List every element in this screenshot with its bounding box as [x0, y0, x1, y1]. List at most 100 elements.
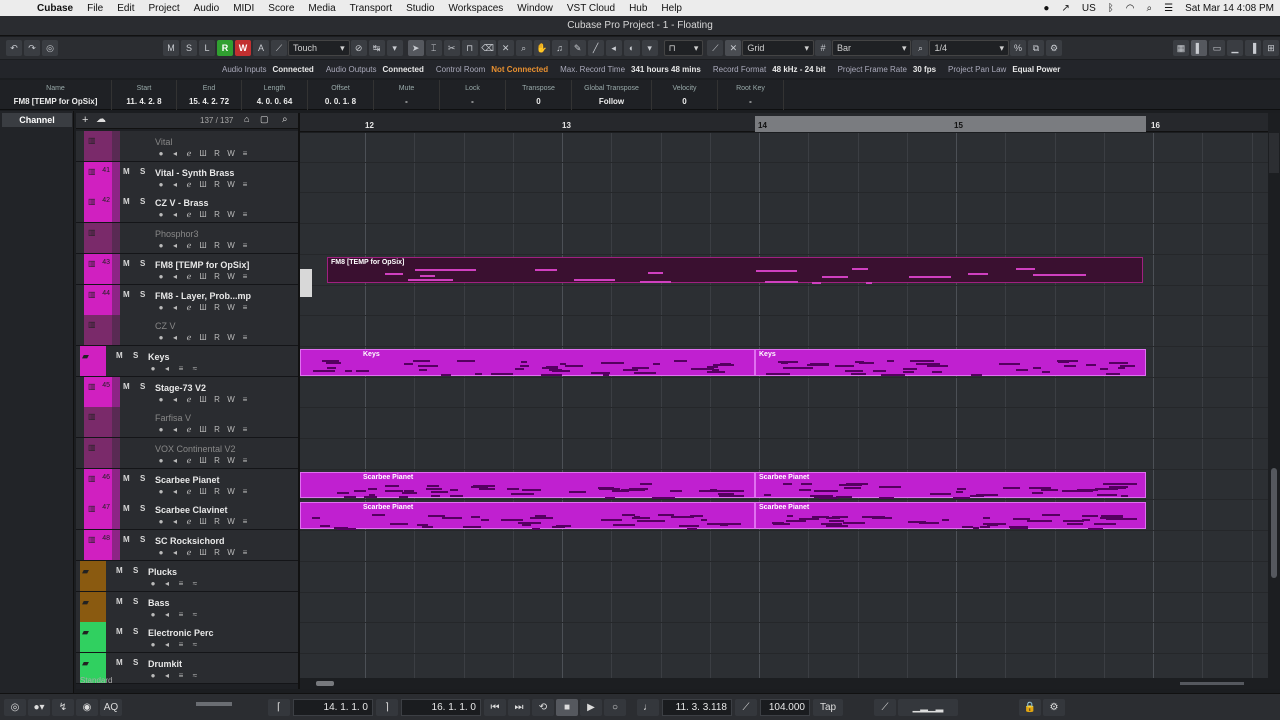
scroll-thumb[interactable] — [1271, 468, 1277, 578]
track-name[interactable]: Keys — [148, 352, 170, 362]
track-name[interactable]: Vital — [155, 137, 172, 147]
record-enable-icon[interactable]: ● — [156, 272, 166, 281]
read-icon[interactable]: R — [212, 487, 222, 496]
mute-button[interactable]: M — [123, 290, 130, 299]
freeze-icon[interactable]: ℯ — [184, 303, 194, 312]
history-icon[interactable]: ◎ — [42, 40, 58, 56]
auto-button[interactable]: A — [253, 40, 269, 56]
monitor-icon[interactable]: ◂ — [170, 303, 180, 312]
track-name[interactable]: CZ V - Brass — [155, 198, 209, 208]
snap-icon[interactable]: ⟋ — [707, 40, 724, 56]
freeze-icon[interactable]: ℯ — [184, 272, 194, 281]
mute-button[interactable]: M — [116, 627, 123, 636]
mute-button[interactable]: M — [123, 259, 130, 268]
solo-button[interactable]: S — [140, 259, 145, 268]
info-global-transpose[interactable]: Global Transpose Follow — [572, 80, 652, 110]
freeze-icon[interactable]: ℯ — [184, 180, 194, 189]
read-icon[interactable]: R — [212, 149, 222, 158]
control-center-icon[interactable]: ☰ — [1158, 3, 1179, 14]
write-icon[interactable]: W — [226, 487, 236, 496]
punch-icon[interactable]: ↯ — [52, 698, 74, 716]
grid-unit-select[interactable]: Bar ▾ — [831, 40, 912, 56]
vertical-scrollbar[interactable] — [1268, 113, 1280, 689]
read-icon[interactable]: R — [212, 425, 222, 434]
menu-midi[interactable]: MIDI — [226, 3, 261, 14]
solo-button[interactable]: S — [133, 627, 138, 636]
info-velocity[interactable]: Velocity 0 — [652, 80, 718, 110]
cycle-icon[interactable]: ⟲ — [532, 698, 554, 716]
record-enable-icon[interactable]: ● — [156, 456, 166, 465]
lower-zone-icon[interactable]: ▁ — [1226, 40, 1243, 56]
quantize-icon[interactable]: ⌕ — [912, 40, 929, 56]
monitor-icon[interactable]: ◂ — [170, 272, 180, 281]
menu-icon[interactable]: ≡ — [176, 640, 186, 649]
midi-part[interactable]: Scarbee Pianet — [300, 471, 755, 500]
record-enable-icon[interactable]: ● — [156, 548, 166, 557]
record-enable-icon[interactable]: ● — [156, 210, 166, 219]
midi-part[interactable]: Keys — [300, 348, 755, 377]
marker-icon[interactable]: ⟋ — [874, 698, 896, 716]
midi-part[interactable]: Scarbee Pianet — [755, 471, 1146, 500]
tab-channel[interactable]: Channel — [2, 113, 72, 127]
monitor-icon[interactable]: ◂ — [170, 425, 180, 434]
click-icon[interactable]: ♩ — [637, 698, 659, 716]
tempo-track-icon[interactable]: ⟋ — [735, 698, 757, 716]
info-start[interactable]: Start 11. 4. 2. 8 — [112, 80, 177, 110]
record-enable-icon[interactable]: ● — [156, 517, 166, 526]
draw-tool-icon[interactable]: ✎ — [569, 40, 586, 56]
monitor-icon[interactable]: ◂ — [170, 548, 180, 557]
track-row[interactable]: ▥ VOX Continental V2 ● ◂ ℯ Ш R W ≡ — [76, 438, 298, 469]
info-name[interactable]: Name FM8 [TEMP for OpSix] — [0, 80, 112, 110]
range-tool-icon[interactable]: ⌶ — [425, 40, 442, 56]
track-name[interactable]: Vital - Synth Brass — [155, 168, 234, 178]
info-length[interactable]: Length 4. 0. 0. 64 — [242, 80, 308, 110]
menu-score[interactable]: Score — [261, 3, 301, 14]
menu-icon[interactable]: ≡ — [240, 487, 250, 496]
go-to-start-icon[interactable]: ⏮ — [484, 698, 506, 716]
language-label[interactable]: US — [1076, 3, 1102, 14]
nudge-select[interactable]: ⊓ ▾ — [663, 40, 704, 56]
info-mute[interactable]: Mute - — [374, 80, 440, 110]
record-enable-icon[interactable]: ● — [156, 425, 166, 434]
track-row[interactable]: ▥ 46 M S Scarbee Pianet ● ◂ ℯ Ш R W ≡ — [76, 468, 298, 500]
record-enable-icon[interactable]: ● — [156, 333, 166, 342]
record-enable-icon[interactable]: ● — [148, 640, 158, 649]
edit-instrument-icon[interactable]: Ш — [198, 210, 208, 219]
menu-icon[interactable]: ≡ — [176, 364, 186, 373]
cycle-range[interactable] — [755, 116, 1146, 132]
record-enable-icon[interactable]: ● — [148, 364, 158, 373]
mute-button[interactable]: M — [123, 167, 130, 176]
freeze-icon[interactable]: ℯ — [184, 487, 194, 496]
read-icon[interactable]: R — [212, 180, 222, 189]
write-icon[interactable]: W — [226, 517, 236, 526]
info-offset[interactable]: Offset 0. 0. 1. 8 — [308, 80, 374, 110]
monitor-icon[interactable]: ◂ — [170, 180, 180, 189]
menu-edit[interactable]: Edit — [110, 3, 141, 14]
quantize-apply-icon[interactable]: % — [1009, 40, 1026, 56]
track-name[interactable]: Scarbee Pianet — [155, 475, 220, 485]
read-icon[interactable]: R — [212, 517, 222, 526]
solo-button[interactable]: S — [133, 658, 138, 667]
editor-zone-icon[interactable]: ▭ — [1208, 40, 1225, 56]
right-zone-icon[interactable]: ▐ — [1244, 40, 1261, 56]
tap-tempo-button[interactable]: Tap — [813, 698, 843, 716]
edit-instrument-icon[interactable]: Ш — [198, 241, 208, 250]
midi-part[interactable]: Scarbee Pianet — [755, 502, 1146, 530]
menu-icon[interactable]: ≡ — [240, 210, 250, 219]
iterative-icon[interactable]: ⧉ — [1027, 40, 1044, 56]
solo-button[interactable]: S — [133, 351, 138, 360]
track-row[interactable]: ▥ 43 M S FM8 [TEMP for OpSix] ● ◂ ℯ Ш R W ≡ — [76, 253, 298, 285]
track-row[interactable]: ▥ CZ V ● ◂ ℯ Ш R W ≡ — [76, 315, 298, 347]
play-tool-icon[interactable]: ♫ — [551, 40, 568, 56]
tracklist-preset[interactable]: Standard — [80, 676, 112, 688]
read-icon[interactable]: R — [212, 210, 222, 219]
menu-icon[interactable]: ≡ — [240, 180, 250, 189]
mute-button[interactable]: M — [116, 566, 123, 575]
track-name[interactable]: Stage-73 V2 — [155, 383, 206, 393]
constrain-icon[interactable]: ⊘ — [350, 40, 367, 56]
chevron-down-icon[interactable]: ▾ — [641, 40, 658, 56]
automation-mode-select[interactable]: Touch ▾ — [288, 40, 350, 56]
write-icon[interactable]: W — [226, 303, 236, 312]
freeze-icon[interactable]: ℯ — [184, 241, 194, 250]
menu-icon[interactable]: ≡ — [240, 272, 250, 281]
